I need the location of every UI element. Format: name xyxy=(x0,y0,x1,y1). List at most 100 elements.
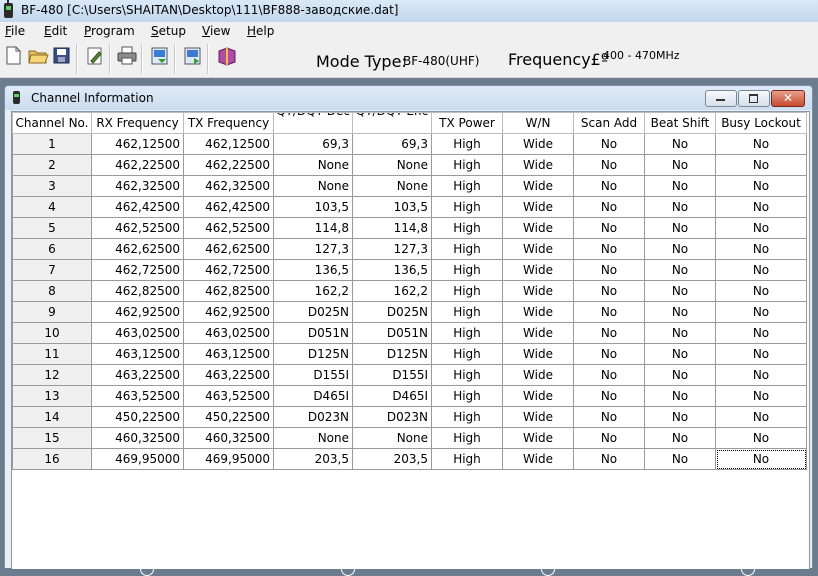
table-cell[interactable]: No xyxy=(644,406,716,428)
table-cell[interactable]: Wide xyxy=(502,238,574,260)
table-cell[interactable]: 462,52500 xyxy=(183,217,274,239)
table-row[interactable]: 10 463,02500 463,02500 D051N D051N High Wide No… xyxy=(12,322,807,344)
table-cell[interactable]: 462,72500 xyxy=(91,259,184,281)
table-cell[interactable]: High xyxy=(431,385,503,407)
table-cell[interactable]: D465I xyxy=(352,385,432,407)
table-cell[interactable]: No xyxy=(715,364,807,386)
table-row[interactable]: 7 462,72500 462,72500 136,5 136,5 High Wide No N… xyxy=(12,259,807,281)
new-file-icon[interactable] xyxy=(3,45,25,67)
table-row[interactable]: 15 460,32500 460,32500 None None High Wide No No… xyxy=(12,427,807,449)
table-cell[interactable]: No xyxy=(644,448,716,470)
table-cell[interactable]: No xyxy=(573,427,645,449)
table-cell[interactable]: 462,22500 xyxy=(91,154,184,176)
table-cell[interactable]: None xyxy=(352,154,432,176)
table-cell[interactable]: No xyxy=(573,217,645,239)
table-cell[interactable]: No xyxy=(573,322,645,344)
table-cell[interactable]: 462,32500 xyxy=(91,175,184,197)
table-cell[interactable]: No xyxy=(715,448,807,470)
table-cell[interactable]: High xyxy=(431,280,503,302)
column-header[interactable]: Scan Add xyxy=(573,112,645,134)
open-folder-icon[interactable] xyxy=(27,45,49,67)
table-row[interactable]: 2 462,22500 462,22500 None None High Wide No No N… xyxy=(12,154,807,176)
table-cell[interactable]: Wide xyxy=(502,280,574,302)
table-cell[interactable]: 450,22500 xyxy=(91,406,184,428)
table-cell[interactable]: No xyxy=(644,259,716,281)
table-cell[interactable]: Wide xyxy=(502,301,574,323)
table-row[interactable]: 4 462,42500 462,42500 103,5 103,5 High Wide No N… xyxy=(12,196,807,218)
table-cell[interactable]: D155I xyxy=(273,364,353,386)
minimize-button[interactable] xyxy=(705,90,737,107)
edit-icon[interactable] xyxy=(84,45,106,67)
table-cell[interactable]: 103,5 xyxy=(273,196,353,218)
table-row[interactable]: 14 450,22500 450,22500 D023N D023N High Wide No… xyxy=(12,406,807,428)
channel-grid[interactable]: Channel No.RX FrequencyTX FrequencyQT/DQ… xyxy=(11,111,810,569)
table-cell[interactable]: 127,3 xyxy=(352,238,432,260)
table-cell[interactable]: 203,5 xyxy=(352,448,432,470)
table-cell[interactable]: Wide xyxy=(502,133,574,155)
table-cell[interactable]: Wide xyxy=(502,322,574,344)
table-cell[interactable]: High xyxy=(431,406,503,428)
print-icon[interactable] xyxy=(116,45,138,67)
table-cell[interactable]: 103,5 xyxy=(352,196,432,218)
table-cell[interactable]: No xyxy=(715,217,807,239)
table-cell[interactable]: High xyxy=(431,427,503,449)
table-cell[interactable]: 462,12500 xyxy=(91,133,184,155)
table-cell[interactable]: 463,52500 xyxy=(91,385,184,407)
column-header[interactable]: TX Frequency xyxy=(183,112,274,134)
table-cell[interactable]: 462,62500 xyxy=(183,238,274,260)
table-cell[interactable]: No xyxy=(715,175,807,197)
column-header[interactable]: W/N xyxy=(502,112,574,134)
table-row[interactable]: 6 462,62500 462,62500 127,3 127,3 High Wide No N… xyxy=(12,238,807,260)
table-cell[interactable]: No xyxy=(573,175,645,197)
table-cell[interactable]: No xyxy=(644,385,716,407)
table-row[interactable]: 5 462,52500 462,52500 114,8 114,8 High Wide No N… xyxy=(12,217,807,239)
table-cell[interactable]: No xyxy=(644,343,716,365)
table-cell[interactable]: 114,8 xyxy=(352,217,432,239)
table-cell[interactable]: High xyxy=(431,448,503,470)
table-cell[interactable]: 462,32500 xyxy=(183,175,274,197)
table-cell[interactable]: No xyxy=(644,196,716,218)
table-cell[interactable]: Wide xyxy=(502,427,574,449)
write-to-radio-icon[interactable] xyxy=(182,45,204,67)
table-cell[interactable]: No xyxy=(573,238,645,260)
restore-button[interactable] xyxy=(738,90,770,107)
table-cell[interactable]: 462,52500 xyxy=(91,217,184,239)
close-button[interactable]: ✕ xyxy=(771,90,805,107)
table-cell[interactable]: D023N xyxy=(352,406,432,428)
table-cell[interactable]: No xyxy=(715,238,807,260)
table-cell[interactable]: No xyxy=(573,154,645,176)
table-cell[interactable]: High xyxy=(431,259,503,281)
table-cell[interactable]: Wide xyxy=(502,364,574,386)
table-cell[interactable]: None xyxy=(273,427,353,449)
table-cell[interactable]: Wide xyxy=(502,385,574,407)
table-cell[interactable]: 463,02500 xyxy=(91,322,184,344)
column-header[interactable]: TX Power xyxy=(431,112,503,134)
table-cell[interactable]: 162,2 xyxy=(352,280,432,302)
table-cell[interactable]: 463,52500 xyxy=(183,385,274,407)
menu-setup[interactable]: Setup xyxy=(151,24,186,38)
table-cell[interactable]: 463,22500 xyxy=(91,364,184,386)
save-icon[interactable] xyxy=(51,45,73,67)
table-cell[interactable]: No xyxy=(573,301,645,323)
table-cell[interactable]: High xyxy=(431,364,503,386)
table-row[interactable]: 13 463,52500 463,52500 D465I D465I High Wide No… xyxy=(12,385,807,407)
table-cell[interactable]: No xyxy=(715,280,807,302)
table-cell[interactable]: 462,82500 xyxy=(183,280,274,302)
table-cell[interactable]: None xyxy=(273,154,353,176)
table-cell[interactable]: No xyxy=(715,343,807,365)
table-row[interactable]: 8 462,82500 462,82500 162,2 162,2 High Wide No N… xyxy=(12,280,807,302)
table-cell[interactable]: 460,32500 xyxy=(183,427,274,449)
table-cell[interactable]: 463,02500 xyxy=(183,322,274,344)
table-row[interactable]: 12 463,22500 463,22500 D155I D155I High Wide No… xyxy=(12,364,807,386)
table-cell[interactable]: None xyxy=(352,175,432,197)
table-cell[interactable]: D125N xyxy=(273,343,353,365)
table-cell[interactable]: High xyxy=(431,175,503,197)
table-cell[interactable]: Wide xyxy=(502,217,574,239)
table-cell[interactable]: No xyxy=(715,385,807,407)
table-cell[interactable]: Wide xyxy=(502,196,574,218)
column-header[interactable]: RX Frequency xyxy=(91,112,184,134)
table-cell[interactable]: No xyxy=(573,406,645,428)
table-row[interactable]: 3 462,32500 462,32500 None None High Wide No No N… xyxy=(12,175,807,197)
table-cell[interactable]: 462,82500 xyxy=(91,280,184,302)
table-cell[interactable]: 462,42500 xyxy=(183,196,274,218)
